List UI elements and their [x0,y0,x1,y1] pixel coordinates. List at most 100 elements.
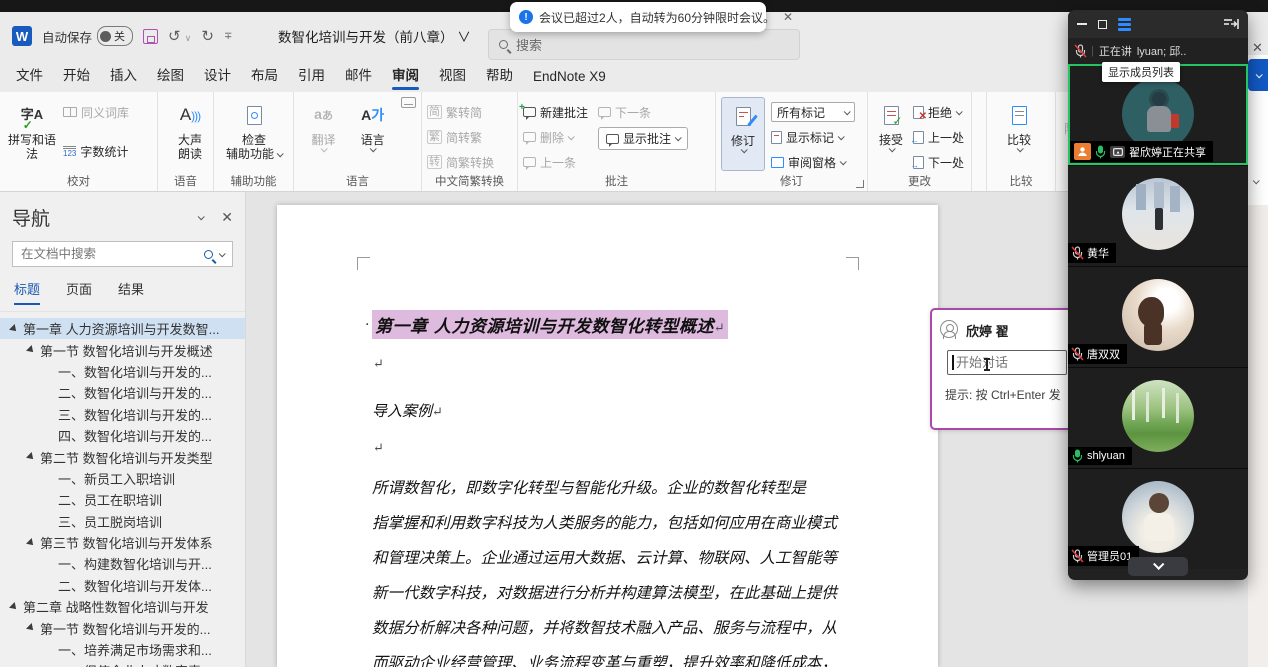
next-change-button[interactable]: →下一处 [913,152,964,172]
nav-search-box[interactable] [12,241,233,267]
window-close-icon[interactable]: ✕ [1252,40,1263,56]
tree-item[interactable]: 一、构建数智化培训与开... [0,553,245,574]
simplified-to-traditional-button[interactable]: 繁简转繁 [427,127,512,147]
tree-item[interactable]: 二、数智化培训与开发的... [0,382,245,403]
nav-search-chevron-icon[interactable] [219,250,226,257]
traditional-to-simplified-button[interactable]: 简繁转简 [427,102,512,122]
redo-icon[interactable]: ↻ [201,27,214,45]
show-comments-button[interactable]: 显示批注 [598,127,688,150]
tab-file[interactable]: 文件 [6,58,53,92]
member-list-icon[interactable] [1118,18,1131,31]
save-icon[interactable] [143,29,158,44]
reject-button[interactable]: ✕拒绝 [913,102,964,122]
tree-item[interactable]: 第三节 数智化培训与开发体系 [0,532,245,553]
participant-tile[interactable]: 唐双双 [1068,266,1248,367]
tab-help[interactable]: 帮助 [476,58,523,92]
compare-button[interactable]: 比较 [992,97,1046,152]
tree-item[interactable]: 第一章 人力资源培训与开发数智... [0,318,245,339]
check-accessibility-button[interactable]: 检查 辅助功能 [219,97,289,161]
navigation-pane: 导航 ✕ 标题 页面 结果 第一章 人力资源培训与开发数智... 第一节 数智化… [0,192,246,667]
case-label[interactable]: 导入案例↵ [372,400,443,421]
tab-home[interactable]: 开始 [53,58,100,92]
thesaurus-button[interactable]: 同义词库 [63,102,129,122]
word-count-icon: 123 [63,146,76,157]
chapter-heading[interactable]: 第一章 人力资源培训与开发数智化转型概述↵ [372,310,728,339]
tree-item[interactable]: 四、数智化培训与开发的... [0,425,245,446]
toast-close-icon[interactable]: ✕ [783,10,793,24]
minimize-icon[interactable] [1077,23,1087,25]
collapse-panel-icon[interactable] [1223,18,1239,30]
tree-item[interactable]: 二、促使企业人才数字素... [0,660,245,667]
tab-mailings[interactable]: 邮件 [335,58,382,92]
share-button-edge[interactable] [1248,59,1268,91]
comment-input[interactable] [947,350,1067,375]
tree-item[interactable]: 一、数智化培训与开发的... [0,361,245,382]
nav-tab-headings[interactable]: 标题 [14,279,40,305]
tree-item[interactable]: 一、新员工入职培训 [0,468,245,489]
word-count-button[interactable]: 123字数统计 [63,141,129,161]
undo-icon[interactable]: ↺ ∨ [168,27,191,45]
tab-layout[interactable]: 布局 [241,58,288,92]
language-icon: A가 [361,108,384,122]
collapse-tiles-button[interactable] [1128,557,1188,576]
accept-button[interactable]: ✓ 接受 [873,97,909,172]
tab-draw[interactable]: 绘图 [147,58,194,92]
language-button[interactable]: A가 语言 [348,97,397,152]
tree-item[interactable]: 三、员工脱岗培训 [0,511,245,532]
delete-comment-button[interactable]: 删除 [523,127,588,147]
show-markup-button[interactable]: 显示标记 [771,127,855,147]
nav-chevron-icon[interactable] [198,213,205,220]
document-title[interactable]: 数智化培训与开发（前八章） ∨ [278,12,471,60]
previous-change-button[interactable]: ←上一处 [913,127,964,147]
toast-text: 会议已超过2人，自动转为60分钟限时会议。 [539,9,775,26]
tab-design[interactable]: 设计 [194,58,241,92]
autosave-toggle[interactable]: 自动保存 关 [42,26,133,46]
keyboard-icon[interactable] [401,97,416,108]
comment-input-field[interactable] [956,355,1062,370]
group-tracking: 修订 所有标记 显示标记 审阅窗格 修订 [716,92,868,191]
participant-name: 管理员01 [1087,548,1132,564]
nav-tab-results[interactable]: 结果 [118,279,144,305]
next-comment-button[interactable]: 下一条 [598,102,688,122]
tree-item[interactable]: 第二节 数智化培训与开发类型 [0,446,245,467]
nav-close-icon[interactable]: ✕ [221,209,233,226]
document-page[interactable]: · 第一章 人力资源培训与开发数智化转型概述↵ ↵ 导入案例↵ ↵ 所谓数智化，… [277,205,938,667]
tree-item[interactable]: 第一节 数智化培训与开发的... [0,617,245,638]
restore-icon[interactable] [1098,20,1107,29]
reviewing-pane-button[interactable]: 审阅窗格 [771,152,855,172]
tab-insert[interactable]: 插入 [100,58,147,92]
pane-chevron-icon[interactable] [1253,177,1260,184]
tab-endnote[interactable]: EndNote X9 [523,63,616,92]
participant-tile[interactable]: shlyuan [1068,367,1248,468]
tree-item[interactable]: 三、数智化培训与开发的... [0,404,245,425]
body-paragraph[interactable]: 所谓数智化，即数字化转型与智能化升级。企业的数智化转型是 指掌握和利用数字科技为… [372,471,847,667]
read-aloud-button[interactable]: A))) 大声朗读 [163,97,217,161]
quick-access-chevron-icon[interactable]: ∓ [224,31,232,42]
spelling-grammar-button[interactable]: 字A✓ 拼写和语法 [5,97,59,161]
meeting-panel-header[interactable] [1068,10,1248,38]
autosave-state: 关 [114,28,125,44]
markup-dropdown[interactable]: 所有标记 [771,102,855,122]
search-box[interactable]: 搜索 [488,29,800,60]
tab-references[interactable]: 引用 [288,58,335,92]
participant-tile[interactable]: 黄华 [1068,165,1248,266]
track-changes-button[interactable]: 修订 [721,97,765,171]
translate-button[interactable]: aあ 翻译 [299,97,348,152]
convert-button[interactable]: 转简繁转换 [427,152,512,172]
nav-search-input[interactable] [21,247,198,261]
host-icon [1074,143,1091,160]
tree-item[interactable]: 二、数智化培训与开发体... [0,575,245,596]
participant-name: 唐双双 [1087,346,1120,362]
tree-item[interactable]: 第一节 数智化培训与开发概述 [0,339,245,360]
tree-item[interactable]: 第二章 战略性数智化培训与开发 [0,596,245,617]
tracking-dialog-launcher-icon[interactable] [856,180,864,188]
previous-comment-button[interactable]: 上一条 [523,152,588,172]
tab-view[interactable]: 视图 [429,58,476,92]
nav-tab-pages[interactable]: 页面 [66,279,92,305]
participant-tile[interactable]: 管理员01 [1068,468,1248,569]
new-comment-button[interactable]: 新建批注 [523,102,588,122]
tab-review[interactable]: 审阅 [382,58,429,92]
text-caret [952,355,954,370]
tree-item[interactable]: 二、员工在职培训 [0,489,245,510]
tree-item[interactable]: 一、培养满足市场需求和... [0,639,245,660]
